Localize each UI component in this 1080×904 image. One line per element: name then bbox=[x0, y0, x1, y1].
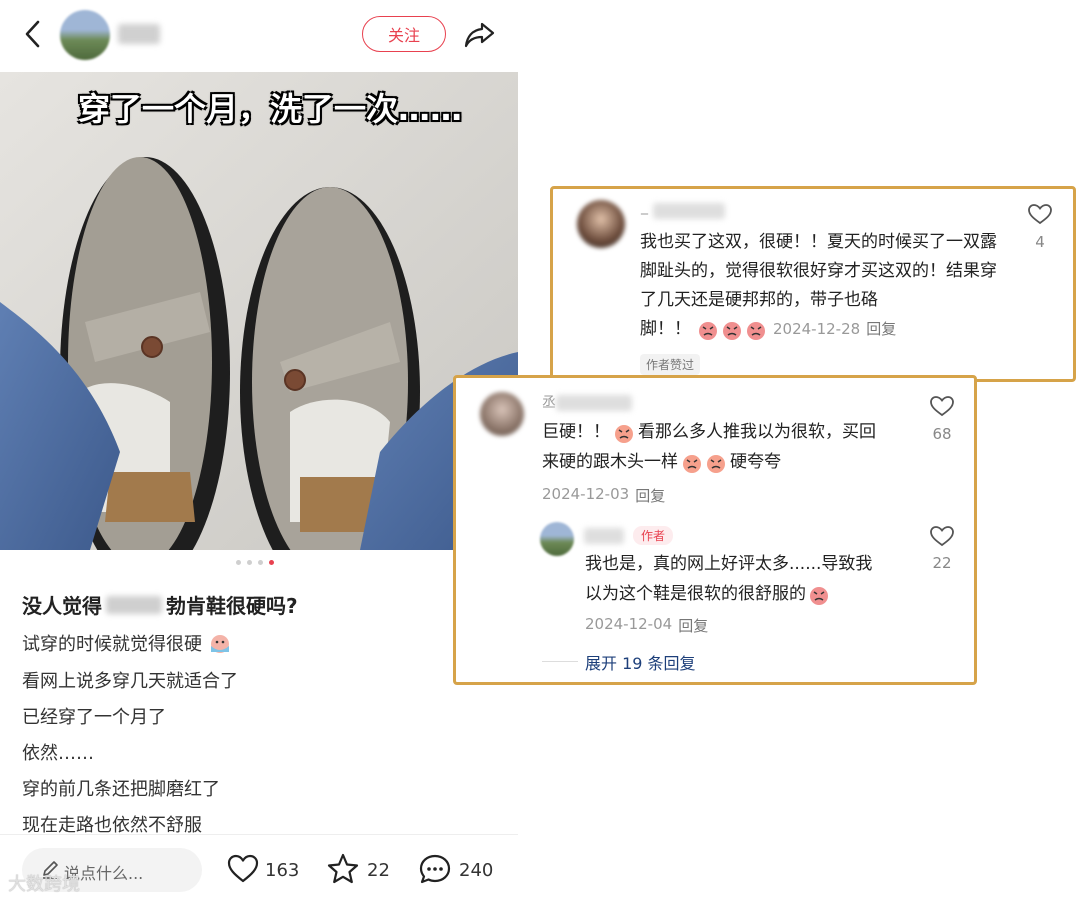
comment-date: 2024-12-28 bbox=[773, 320, 861, 338]
angry-emoji-icon bbox=[810, 586, 828, 605]
comment-bubble-icon[interactable] bbox=[418, 852, 452, 886]
comment-count: 240 bbox=[459, 860, 494, 881]
angry-peach-emoji-icon bbox=[683, 454, 701, 473]
comment-card: _ 我也买了这双，很硬！！夏天的时候买了一双露脚趾头的，觉得很软很好穿才买这双的… bbox=[550, 186, 1076, 382]
author-liked-badge: 作者赞过 bbox=[640, 354, 701, 375]
image-caption: 穿了一个月，洗了一次…… bbox=[78, 90, 463, 128]
favorite-count: 22 bbox=[367, 860, 390, 881]
comment-text: 我也买了这双，很硬！！夏天的时候买了一双露脚趾头的，觉得很软很好穿才买这双的！结… bbox=[640, 232, 997, 310]
post-body-line: 已经穿了一个月了 bbox=[22, 707, 166, 728]
reply-link[interactable]: 回复 bbox=[678, 615, 708, 636]
author-avatar[interactable] bbox=[60, 10, 110, 60]
crying-emoji-icon bbox=[210, 635, 229, 653]
commenter-avatar[interactable] bbox=[480, 392, 524, 436]
comment-like-count: 68 bbox=[932, 425, 952, 443]
post-body-line: 看网上说多穿几天就适合了 bbox=[22, 671, 238, 692]
comment-text-line: 来硬的跟木头一样 硬夸夸 bbox=[542, 448, 781, 477]
expand-replies-link[interactable]: 展开 19 条回复 bbox=[585, 650, 696, 674]
commenter-name-redacted[interactable] bbox=[556, 395, 632, 411]
back-arrow-icon[interactable] bbox=[18, 16, 50, 52]
reply-like-count: 22 bbox=[932, 554, 952, 572]
comment-meta: 2024-12-03 回复 bbox=[542, 485, 665, 506]
post-title: 没人觉得 勃肯鞋很硬吗? bbox=[22, 590, 298, 619]
comment-text-part: 硬夸夸 bbox=[730, 452, 781, 472]
angry-emoji-icon bbox=[723, 321, 741, 340]
heart-icon[interactable] bbox=[226, 852, 260, 886]
reply-link[interactable]: 回复 bbox=[635, 485, 665, 506]
reply-like-heart-icon[interactable] bbox=[929, 524, 955, 548]
post-body-text: 试穿的时候就觉得很硬 bbox=[22, 634, 202, 655]
carousel-indicator bbox=[236, 560, 274, 565]
author-name-redacted[interactable] bbox=[118, 24, 160, 44]
angry-emoji-icon bbox=[747, 321, 765, 340]
share-icon[interactable] bbox=[462, 16, 498, 52]
comment-text-part: 巨硬！！ bbox=[542, 422, 610, 442]
reply-date: 2024-12-04 bbox=[585, 615, 673, 633]
reply-author-avatar[interactable] bbox=[540, 522, 574, 556]
watermark: 大数跨境 bbox=[8, 874, 80, 895]
carousel-dot bbox=[236, 560, 241, 565]
carousel-dot bbox=[258, 560, 263, 565]
post-body-line: 穿的前几条还把脚磨红了 bbox=[22, 779, 220, 800]
comment-like-heart-icon[interactable] bbox=[929, 394, 955, 418]
like-count: 163 bbox=[265, 860, 300, 881]
commenter-name-prefix: 丞 bbox=[542, 395, 556, 411]
reply-meta: 2024-12-04 回复 bbox=[585, 615, 708, 636]
reply-author-name-redacted[interactable] bbox=[584, 528, 624, 544]
carousel-dot-active bbox=[269, 560, 274, 565]
angry-peach-emoji-icon bbox=[615, 424, 633, 443]
angry-emoji-group bbox=[697, 319, 767, 341]
comment-text-part: 看那么多人推我以为很软，买回 bbox=[638, 422, 876, 442]
author-tag: 作者 bbox=[633, 526, 674, 545]
shoes-photo-illustration bbox=[0, 72, 518, 550]
comment-like-heart-icon[interactable] bbox=[1027, 202, 1053, 226]
reply-text-line: 以为这个鞋是很软的很舒服的 bbox=[585, 580, 830, 609]
comment-text-tail: 脚！！ 2024-12-28 回复 bbox=[640, 315, 896, 344]
post-photo[interactable] bbox=[0, 72, 518, 550]
commenter-name-redacted[interactable] bbox=[653, 203, 725, 219]
divider bbox=[0, 834, 518, 835]
star-icon[interactable] bbox=[326, 852, 360, 886]
commenter-avatar[interactable] bbox=[577, 200, 625, 248]
commenter-name-prefix: _ bbox=[641, 199, 648, 215]
post-body-line: 试穿的时候就觉得很硬 bbox=[22, 630, 232, 656]
brand-name-redacted bbox=[106, 595, 162, 614]
post-title-suffix: 勃肯鞋很硬吗? bbox=[166, 594, 298, 618]
reply-text-part: 以为这个鞋是很软的很舒服的 bbox=[585, 584, 806, 604]
carousel-dot bbox=[247, 560, 252, 565]
comment-card: 丞 巨硬！！ 看那么多人推我以为很软，买回 来硬的跟木头一样 硬夸夸 2024-… bbox=[453, 375, 977, 685]
post-title-prefix: 没人觉得 bbox=[22, 594, 102, 618]
angry-peach-emoji-icon bbox=[707, 454, 725, 473]
comment-like-count: 4 bbox=[1035, 233, 1045, 251]
reply-text-line: 我也是，真的网上好评太多......导致我 bbox=[585, 554, 873, 574]
reply-link[interactable]: 回复 bbox=[866, 315, 896, 344]
follow-button[interactable]: 关注 bbox=[362, 16, 446, 52]
angry-emoji-icon bbox=[699, 321, 717, 340]
comment-text-tail-text: 脚！！ bbox=[640, 319, 691, 339]
comment-text-part: 来硬的跟木头一样 bbox=[542, 452, 678, 472]
expand-divider bbox=[542, 661, 578, 662]
comment-text-line: 巨硬！！ 看那么多人推我以为很软，买回 bbox=[542, 418, 876, 447]
comment-date: 2024-12-03 bbox=[542, 485, 630, 503]
post-body-line: 依然…… bbox=[22, 743, 94, 764]
